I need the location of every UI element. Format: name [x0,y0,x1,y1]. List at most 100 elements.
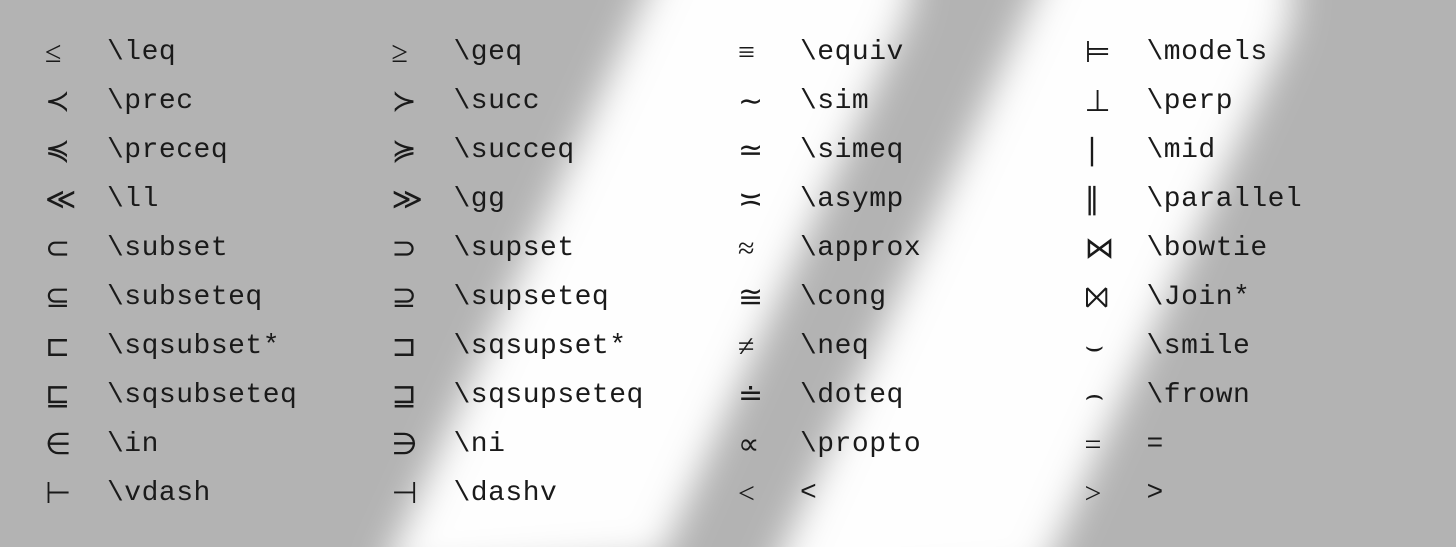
symbol-glyph: ∼ [738,84,800,119]
latex-command: \leq [107,37,176,68]
symbol-row: ⊢\vdash [45,469,372,518]
latex-command: \sim [800,86,869,117]
latex-command: \dashv [454,478,558,509]
symbol-row: ≍\asymp [738,175,1065,224]
latex-command: \subset [107,233,228,264]
symbol-row: ∼\sim [738,77,1065,126]
symbol-row: ≃\simeq [738,126,1065,175]
symbol-row: ≻\succ [392,77,719,126]
symbol-glyph: ∈ [45,427,107,462]
latex-command: \vdash [107,478,211,509]
latex-command: \sqsubseteq [107,380,297,411]
symbol-glyph: ∣ [1085,133,1147,168]
symbol-row: ∝\propto [738,420,1065,469]
symbol-glyph: ⊥ [1085,84,1147,119]
symbol-table: ≤\leq ≺\prec ≼\preceq ≪\ll ⊂\subset ⊆\su… [45,28,1411,518]
latex-command: \sqsubset* [107,331,280,362]
latex-command: \in [107,429,159,460]
latex-command: \gg [454,184,506,215]
symbol-glyph: < [738,477,800,511]
symbol-glyph: ≻ [392,84,454,119]
latex-command: \succ [454,86,541,117]
latex-command: \ll [107,184,159,215]
symbol-row: == [1085,420,1412,469]
symbol-row: ⊆\subseteq [45,273,372,322]
latex-command: \supseteq [454,282,610,313]
latex-command: > [1147,478,1164,509]
symbol-glyph: > [1085,477,1147,511]
symbol-row: ⊇\supseteq [392,273,719,322]
symbol-row: ≺\prec [45,77,372,126]
symbol-row: ⌢\frown [1085,371,1412,420]
symbol-glyph: ≺ [45,84,107,119]
symbol-glyph: ⨝ [1085,281,1147,315]
symbol-glyph: ⊣ [392,476,454,511]
latex-command: \asymp [800,184,904,215]
symbol-glyph: ⊂ [45,231,107,266]
symbol-glyph: ≼ [45,133,107,168]
symbol-row: >> [1085,469,1412,518]
latex-command: \approx [800,233,921,264]
latex-command: \simeq [800,135,904,166]
latex-command: \subseteq [107,282,263,313]
symbol-glyph: ⊆ [45,280,107,315]
symbol-glyph: ≥ [392,36,454,70]
symbol-row: ≼\preceq [45,126,372,175]
symbol-glyph: ⊐ [392,329,454,364]
latex-command: \sqsupset* [454,331,627,362]
symbol-row: ≠\neq [738,322,1065,371]
symbol-glyph: ⊏ [45,329,107,364]
symbol-glyph: ⊨ [1085,35,1147,70]
symbol-glyph: ≅ [738,280,800,315]
latex-command: = [1147,429,1164,460]
symbol-glyph: ⌢ [1085,379,1147,413]
symbol-row: ≽\succeq [392,126,719,175]
symbol-row: ≫\gg [392,175,719,224]
symbol-row: << [738,469,1065,518]
latex-command: \preceq [107,135,228,166]
symbol-glyph: ⊃ [392,231,454,266]
symbol-row: ⨝\Join* [1085,273,1412,322]
latex-command: \doteq [800,380,904,411]
latex-command: \propto [800,429,921,460]
latex-command: \smile [1147,331,1251,362]
symbol-glyph: ≈ [738,232,800,266]
column-1: ≤\leq ≺\prec ≼\preceq ≪\ll ⊂\subset ⊆\su… [45,28,372,518]
symbol-glyph: ⋈ [1085,231,1147,266]
latex-command: \geq [454,37,523,68]
symbol-glyph: = [1085,428,1147,462]
latex-command: \sqsupseteq [454,380,644,411]
latex-command: \bowtie [1147,233,1268,264]
symbol-row: ≡\equiv [738,28,1065,77]
latex-command: \neq [800,331,869,362]
symbol-glyph: ⊇ [392,280,454,315]
latex-command: \parallel [1147,184,1303,215]
latex-command: \ni [454,429,506,460]
symbol-glyph: ≐ [738,378,800,413]
latex-command: \models [1147,37,1268,68]
latex-command: \equiv [800,37,904,68]
symbol-glyph: ≃ [738,133,800,168]
symbol-row: ⊏\sqsubset* [45,322,372,371]
symbol-glyph: ∋ [392,427,454,462]
symbol-row: ⋈\bowtie [1085,224,1412,273]
symbol-glyph: ∝ [738,427,800,462]
symbol-row: ∈\in [45,420,372,469]
latex-command: \Join* [1147,282,1251,313]
symbol-row: ⌣\smile [1085,322,1412,371]
symbol-row: ⊨\models [1085,28,1412,77]
symbol-row: ⊒\sqsupseteq [392,371,719,420]
latex-command: \perp [1147,86,1234,117]
symbol-row: ⊐\sqsupset* [392,322,719,371]
symbol-row: ∥\parallel [1085,175,1412,224]
symbol-glyph: ≽ [392,133,454,168]
symbol-row: ≤\leq [45,28,372,77]
column-2: ≥\geq ≻\succ ≽\succeq ≫\gg ⊃\supset ⊇\su… [392,28,719,518]
latex-command: \mid [1147,135,1216,166]
symbol-row: ⊃\supset [392,224,719,273]
symbol-glyph: ⊢ [45,476,107,511]
column-4: ⊨\models ⊥\perp ∣\mid ∥\parallel ⋈\bowti… [1085,28,1412,518]
symbol-row: ⊑\sqsubseteq [45,371,372,420]
symbol-row: ≥\geq [392,28,719,77]
symbol-glyph: ⊑ [45,378,107,413]
